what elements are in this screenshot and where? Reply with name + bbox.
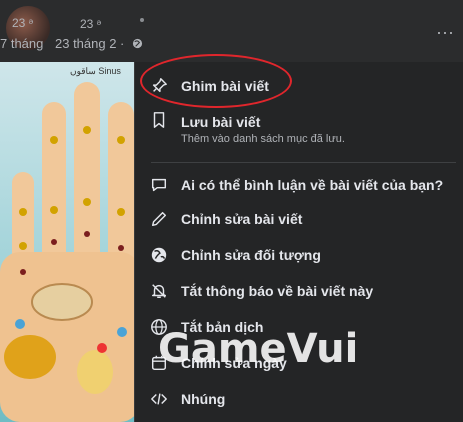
pin-icon — [141, 76, 177, 96]
bell-off-icon — [141, 281, 177, 301]
post-date[interactable]: 23 tháng 2 · — [55, 36, 124, 51]
pencil-icon — [141, 209, 177, 229]
post-meta: 7 tháng 23 tháng 2 · — [0, 36, 143, 51]
post-header: 23 ᵊ 23 ᵊ 7 tháng 23 tháng 2 · ··· — [0, 0, 463, 62]
author-name-blurred[interactable]: 23 ᵊ — [12, 16, 33, 30]
audience-globe-icon[interactable] — [132, 38, 143, 49]
menu-item-save-post[interactable]: Lưu bài viết Thêm vào danh sách mục đã l… — [135, 108, 463, 150]
menu-item-edit-audience[interactable]: Chỉnh sửa đối tượng — [135, 242, 463, 268]
globe-icon — [141, 245, 177, 265]
menu-item-pin-post[interactable]: Ghim bài viết — [135, 72, 463, 100]
menu-label: Tắt thông báo về bài viết này — [181, 283, 374, 299]
menu-label: Nhúng — [181, 391, 226, 407]
menu-item-edit-post[interactable]: Chỉnh sửa bài viết — [135, 206, 463, 232]
code-icon — [141, 389, 177, 409]
separator-dot — [140, 18, 144, 22]
bookmark-icon — [141, 110, 177, 130]
more-options-icon[interactable]: ··· — [431, 18, 459, 46]
gamevui-watermark: GameVui — [158, 326, 359, 372]
menu-item-who-can-comment[interactable]: Ai có thể bình luận về bài viết của bạn? — [135, 172, 463, 198]
post-photo[interactable]: ساقوں Sinus — [0, 62, 140, 422]
menu-label: Ai có thể bình luận về bài viết của bạn? — [181, 177, 444, 193]
menu-label: Chỉnh sửa đối tượng — [181, 247, 321, 263]
menu-divider — [151, 162, 456, 163]
menu-item-mute-notifications[interactable]: Tắt thông báo về bài viết này — [135, 278, 463, 304]
palm-reflexology-illustration: ساقوں Sinus — [0, 66, 140, 422]
menu-sublabel: Thêm vào danh sách mục đã lưu. — [181, 132, 345, 145]
menu-label: Chỉnh sửa bài viết — [181, 211, 303, 227]
menu-label: Lưu bài viết — [181, 113, 261, 130]
author-name-blurred-2[interactable]: 23 ᵊ — [80, 17, 101, 31]
photo-caption: ساقوں Sinus — [70, 66, 121, 77]
menu-label: Ghim bài viết — [181, 78, 269, 94]
date-left[interactable]: 7 tháng — [0, 36, 43, 51]
comment-icon — [141, 175, 177, 195]
menu-item-embed[interactable]: Nhúng — [135, 386, 463, 412]
